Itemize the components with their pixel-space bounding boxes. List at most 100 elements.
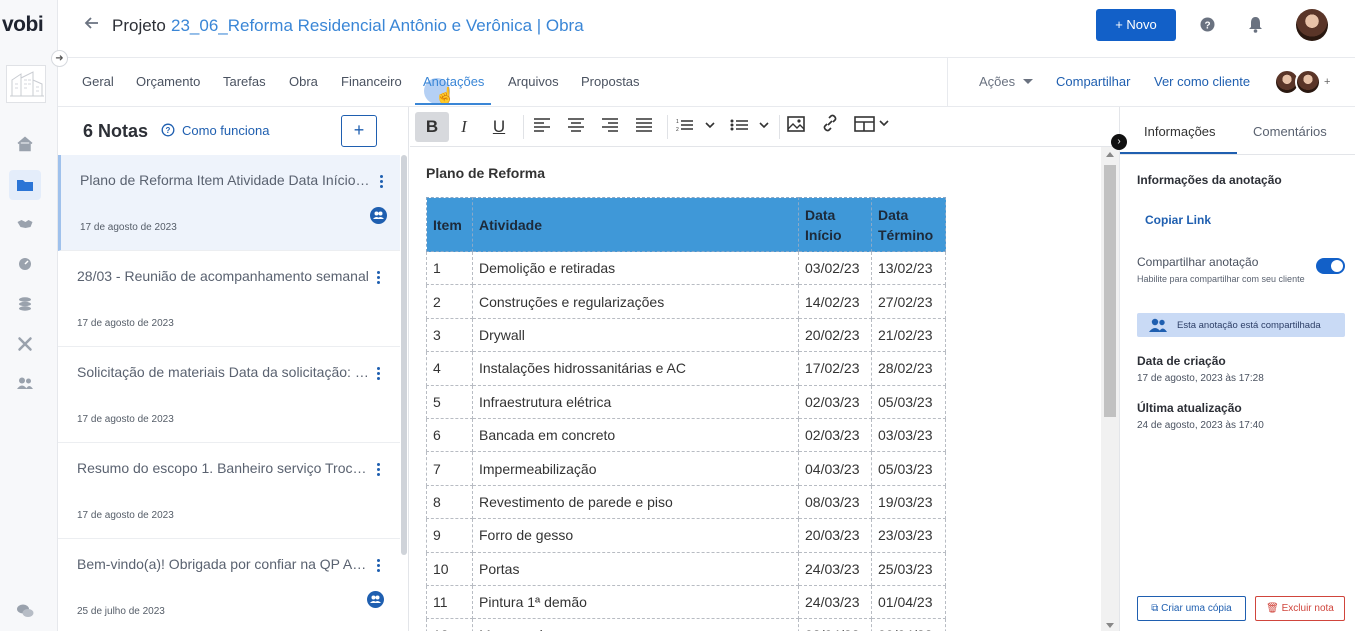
home-icon[interactable] xyxy=(14,133,36,155)
table-cell[interactable]: 1 xyxy=(426,250,473,286)
table-cell[interactable]: 27/02/23 xyxy=(871,284,946,319)
tab-obra[interactable]: Obra xyxy=(289,74,318,89)
table-cell[interactable]: 14/02/23 xyxy=(798,284,872,319)
table-cell[interactable]: Bancada em concreto xyxy=(472,417,799,453)
table-cell[interactable]: Marmoraria xyxy=(472,618,799,631)
note-item[interactable]: Resumo do escopo 1. Banheiro serviço Tro… xyxy=(58,443,400,539)
kebab-menu-icon[interactable] xyxy=(376,367,382,382)
kebab-menu-icon[interactable] xyxy=(376,271,382,286)
actions-dropdown[interactable]: Ações xyxy=(979,74,1015,89)
table-cell[interactable]: 8 xyxy=(426,484,473,520)
table-cell[interactable]: 13/02/23 xyxy=(871,250,946,286)
tab-arquivos[interactable]: Arquivos xyxy=(508,74,559,89)
tab-orcamento[interactable]: Orçamento xyxy=(136,74,200,89)
table-cell[interactable]: Portas xyxy=(472,551,799,586)
italic-button[interactable]: I xyxy=(447,112,481,142)
table-cell[interactable]: 05/03/23 xyxy=(871,384,946,419)
help-circle-icon[interactable]: ? xyxy=(161,123,175,140)
kebab-menu-icon[interactable] xyxy=(376,463,382,478)
add-member-button[interactable]: + xyxy=(1324,76,1330,88)
add-note-button[interactable]: + xyxy=(341,115,377,147)
table-cell[interactable]: 6 xyxy=(426,417,473,453)
note-item[interactable]: Bem-vindo(a)! Obrigada por confiar na QP… xyxy=(58,539,400,631)
coins-icon[interactable] xyxy=(14,293,36,315)
align-right-icon[interactable] xyxy=(593,112,627,142)
table-cell[interactable]: 28/02/23 xyxy=(871,351,946,386)
table-cell[interactable]: 01/04/23 xyxy=(871,584,946,620)
table-cell[interactable]: 4 xyxy=(426,351,473,386)
link-icon[interactable] xyxy=(813,112,847,142)
underline-button[interactable]: U xyxy=(482,112,516,142)
table-cell[interactable]: 08/03/23 xyxy=(798,484,872,520)
table-cell[interactable]: Demolição e retiradas xyxy=(472,250,799,286)
note-heading[interactable]: Plano de Reforma xyxy=(426,165,545,181)
scroll-down-icon[interactable] xyxy=(1106,623,1114,628)
table-cell[interactable]: 02/03/23 xyxy=(798,384,872,419)
users-icon[interactable] xyxy=(14,372,36,394)
table-cell[interactable]: 03/04/23 xyxy=(798,618,872,631)
copy-link-button[interactable]: Copiar Link xyxy=(1145,213,1211,227)
table-cell[interactable]: Instalações hidrossanitárias e AC xyxy=(472,351,799,386)
table-cell[interactable]: 09/04/23 xyxy=(871,618,946,631)
table-cell[interactable]: 20/02/23 xyxy=(798,317,872,353)
table-cell[interactable]: 24/03/23 xyxy=(798,551,872,586)
share-project-link[interactable]: Compartilhar xyxy=(1056,74,1130,89)
bell-icon[interactable] xyxy=(1248,16,1263,36)
table-cell[interactable]: 11 xyxy=(426,584,473,620)
member-avatar[interactable] xyxy=(1295,69,1321,95)
table-cell[interactable]: 5 xyxy=(426,384,473,419)
table-cell[interactable]: 03/03/23 xyxy=(871,417,946,453)
header-cell[interactable]: Atividade xyxy=(472,197,799,252)
bold-button[interactable]: B xyxy=(415,112,449,142)
schedule-table[interactable]: Item Atividade Data Início Data Término … xyxy=(426,197,946,631)
delete-note-button[interactable]: 🗑 Excluir nota xyxy=(1255,596,1345,621)
handshake-icon[interactable] xyxy=(14,213,36,235)
tab-propostas[interactable]: Propostas xyxy=(581,74,640,89)
vobi-logo[interactable]: vobi xyxy=(2,13,44,37)
note-item[interactable]: Plano de Reforma Item Atividade Data Iní… xyxy=(58,155,400,251)
kebab-menu-icon[interactable] xyxy=(376,559,382,574)
note-item[interactable]: 28/03 - Reunião de acompanhamento semana… xyxy=(58,251,400,347)
table-cell[interactable]: 03/02/23 xyxy=(798,250,872,286)
table-cell[interactable]: 20/03/23 xyxy=(798,518,872,553)
table-cell[interactable]: 21/02/23 xyxy=(871,317,946,353)
align-center-icon[interactable] xyxy=(559,112,593,142)
share-note-toggle[interactable] xyxy=(1316,258,1345,274)
table-cell[interactable]: 3 xyxy=(426,317,473,353)
header-cell[interactable]: Data Término xyxy=(871,197,946,252)
new-button[interactable]: + Novo xyxy=(1096,9,1176,41)
table-icon[interactable] xyxy=(850,112,894,142)
collapse-panel-icon[interactable]: › xyxy=(1111,134,1127,150)
bullet-list-icon[interactable] xyxy=(726,112,774,142)
expand-rail-icon[interactable]: ➜ xyxy=(51,50,68,67)
tab-tarefas[interactable]: Tarefas xyxy=(223,74,266,89)
table-cell[interactable]: Revestimento de parede e piso xyxy=(472,484,799,520)
table-cell[interactable]: 05/03/23 xyxy=(871,451,946,486)
table-cell[interactable]: 12 xyxy=(426,618,473,631)
table-cell[interactable]: Forro de gesso xyxy=(472,518,799,553)
editor-scroll-thumb[interactable] xyxy=(1104,165,1116,417)
header-cell[interactable]: Data Início xyxy=(798,197,872,252)
view-as-client-link[interactable]: Ver como cliente xyxy=(1154,74,1250,89)
tools-icon[interactable] xyxy=(14,333,36,355)
table-cell[interactable]: Pintura 1ª demão xyxy=(472,584,799,620)
tab-informacoes[interactable]: Informações xyxy=(1144,124,1216,139)
chat-icon[interactable] xyxy=(14,600,36,622)
tab-financeiro[interactable]: Financeiro xyxy=(341,74,402,89)
table-cell[interactable]: 2 xyxy=(426,284,473,319)
scroll-up-icon[interactable] xyxy=(1106,152,1114,157)
align-left-icon[interactable] xyxy=(525,112,559,142)
table-cell[interactable]: 7 xyxy=(426,451,473,486)
user-avatar[interactable] xyxy=(1296,9,1328,41)
table-cell[interactable]: Drywall xyxy=(472,317,799,353)
tab-comentarios[interactable]: Comentários xyxy=(1253,124,1327,139)
table-cell[interactable]: 04/03/23 xyxy=(798,451,872,486)
caret-down-icon[interactable] xyxy=(1023,79,1033,84)
note-item[interactable]: Solicitação de materiais Data da solicit… xyxy=(58,347,400,443)
table-cell[interactable]: 10 xyxy=(426,551,473,586)
notes-scrollbar[interactable] xyxy=(401,155,407,555)
table-cell[interactable]: 9 xyxy=(426,518,473,553)
table-cell[interactable]: 23/03/23 xyxy=(871,518,946,553)
gauge-icon[interactable] xyxy=(14,253,36,275)
table-cell[interactable]: 17/02/23 xyxy=(798,351,872,386)
